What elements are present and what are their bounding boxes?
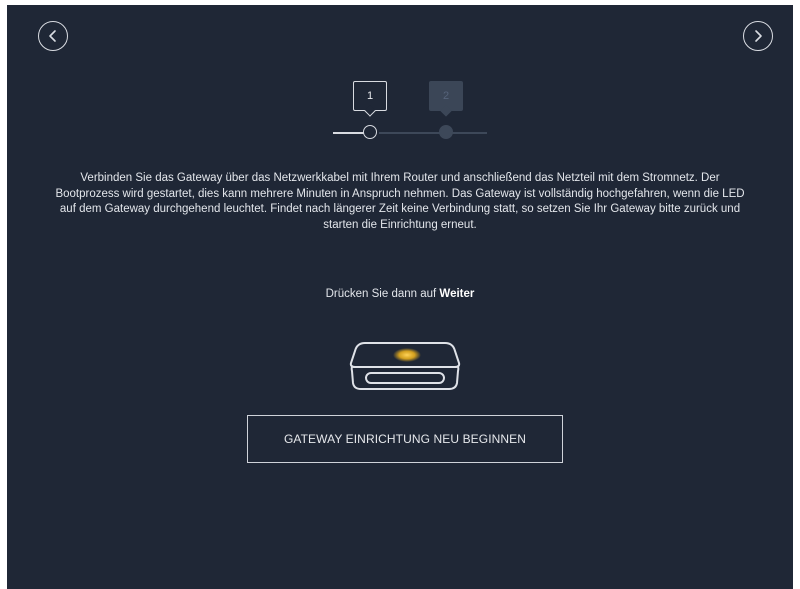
next-button[interactable] bbox=[743, 21, 773, 51]
gateway-device-icon bbox=[349, 342, 461, 390]
instructions-text: Verbinden Sie das Gateway über das Netzw… bbox=[55, 172, 745, 231]
step-2-number: 2 bbox=[442, 90, 450, 102]
led-glow bbox=[393, 348, 421, 362]
step-1-number: 1 bbox=[366, 90, 374, 102]
reset-gateway-setup-button[interactable]: GATEWAY EINRICHTUNG NEU BEGINNEN bbox=[247, 415, 563, 463]
hint-emphasis: Weiter bbox=[439, 288, 475, 300]
hint-text: Drücken Sie dann auf bbox=[325, 288, 437, 300]
continue-hint: Drücken Sie dann auf Weiter bbox=[7, 288, 793, 300]
chevron-right-icon bbox=[755, 30, 762, 42]
step-indicator: 1 2 bbox=[327, 77, 487, 147]
step-1-dot bbox=[363, 125, 377, 139]
previous-button[interactable] bbox=[38, 21, 68, 51]
wizard-screen: 1 2 Verbinden Sie das Gateway über das N… bbox=[7, 5, 793, 589]
progress-track-remaining bbox=[379, 132, 487, 134]
chevron-left-icon bbox=[49, 30, 56, 42]
step-2-dot bbox=[439, 125, 453, 139]
